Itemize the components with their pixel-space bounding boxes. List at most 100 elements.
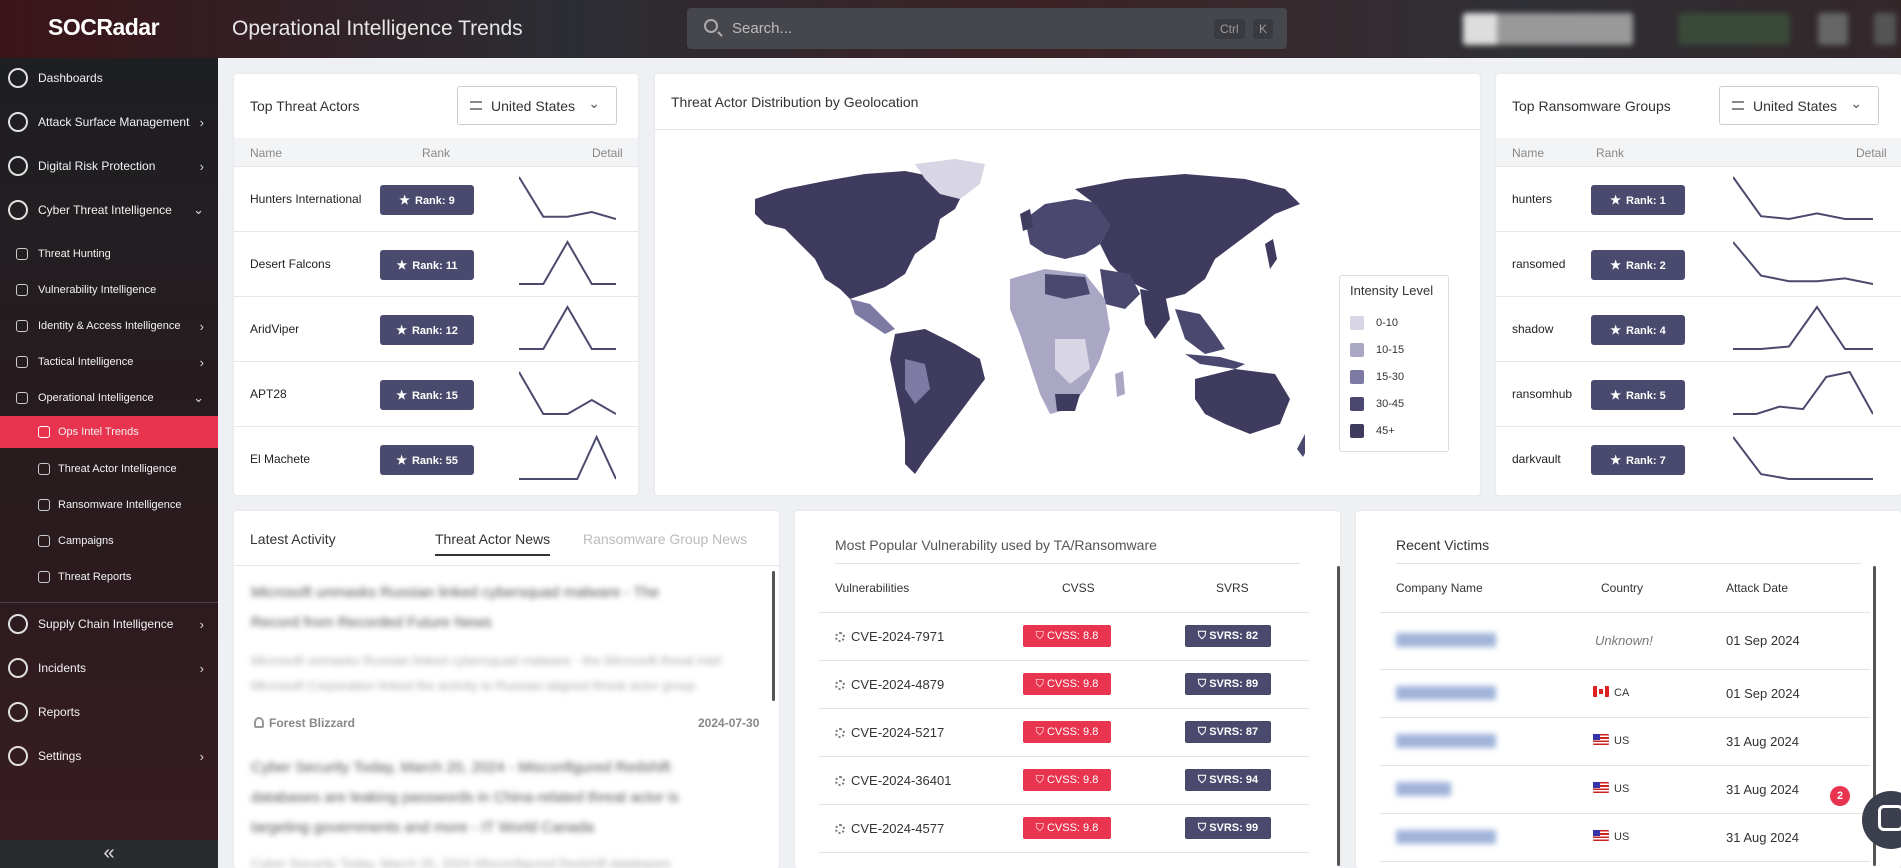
detail-sparkline[interactable] <box>519 240 616 289</box>
table-row[interactable]: AridViper ★ Rank: 12 <box>234 296 638 361</box>
sidebar-item-incidents[interactable]: Incidents › <box>0 648 218 688</box>
news-headline[interactable]: targeting governments and more - IT Worl… <box>251 819 731 836</box>
india[interactable] <box>1140 289 1170 339</box>
table-row[interactable]: CVE-2024-4577 ⛉ CVSS: 9.8 ⛉ SVRS: 99 <box>819 805 1309 853</box>
rank-badge[interactable]: ★ Rank: 9 <box>380 185 474 215</box>
cve-id[interactable]: CVE-2024-7971 <box>835 629 944 644</box>
madagascar[interactable] <box>1115 371 1125 397</box>
sidebar-item-threat-actor-intel[interactable]: Threat Actor Intelligence <box>0 455 218 483</box>
tab-threat-actor-news[interactable]: Threat Actor News <box>435 531 550 547</box>
rank-badge[interactable]: ★ Rank: 11 <box>380 250 474 280</box>
company-name[interactable] <box>1396 782 1451 796</box>
europe[interactable] <box>1025 199 1110 259</box>
sidebar-item-dashboards[interactable]: Dashboards <box>0 58 218 98</box>
company-name[interactable] <box>1396 830 1496 844</box>
sidebar-item-threat-reports[interactable]: Threat Reports <box>0 563 218 591</box>
japan[interactable] <box>1265 239 1277 269</box>
company-name[interactable] <box>1396 734 1496 748</box>
user-account[interactable] <box>1463 13 1633 45</box>
cve-id[interactable]: CVE-2024-5217 <box>835 725 944 740</box>
table-row[interactable]: hunters ★ Rank: 1 <box>1496 166 1901 231</box>
sidebar-item-supply-chain[interactable]: Supply Chain Intelligence › <box>0 604 218 644</box>
detail-sparkline[interactable] <box>1733 305 1873 354</box>
sidebar-item-vuln-intel[interactable]: Vulnerability Intelligence <box>0 276 218 304</box>
table-row[interactable]: US 31 Aug 2024 <box>1380 766 1870 814</box>
table-row[interactable]: CA 01 Sep 2024 <box>1380 670 1870 718</box>
company-name[interactable] <box>1396 686 1496 700</box>
rank-badge[interactable]: ★ Rank: 4 <box>1591 315 1685 345</box>
table-row[interactable]: shadow ★ Rank: 4 <box>1496 296 1901 361</box>
news-headline[interactable]: Microsoft unmasks Russian linked cybersq… <box>251 584 751 601</box>
rank-badge[interactable]: ★ Rank: 2 <box>1591 250 1685 280</box>
detail-sparkline[interactable] <box>518 175 617 224</box>
sidebar-item-identity[interactable]: Identity & Access Intelligence › <box>0 312 218 340</box>
rank-badge[interactable]: ★ Rank: 55 <box>380 445 474 475</box>
detail-sparkline[interactable] <box>518 370 617 419</box>
table-row[interactable]: Unknown! 01 Sep 2024 <box>1380 613 1870 670</box>
table-row[interactable]: CVE-2024-5217 ⛉ CVSS: 9.8 ⛉ SVRS: 87 <box>819 709 1309 757</box>
table-row[interactable]: Desert Falcons ★ Rank: 11 <box>234 231 638 296</box>
sidebar-item-asm[interactable]: Attack Surface Management › <box>0 102 218 142</box>
sidebar-item-ops-intel-trends[interactable]: Ops Intel Trends <box>0 416 218 448</box>
rank-badge[interactable]: ★ Rank: 15 <box>380 380 474 410</box>
cve-id[interactable]: CVE-2024-4577 <box>835 821 944 836</box>
united-kingdom[interactable] <box>1020 209 1033 231</box>
country-filter-dropdown[interactable]: United States ⌄ <box>457 86 617 125</box>
company-name[interactable] <box>1396 633 1496 647</box>
scrollbar[interactable] <box>1337 566 1340 866</box>
rank-badge[interactable]: ★ Rank: 1 <box>1591 185 1685 215</box>
south-africa[interactable] <box>1055 394 1080 411</box>
south-america[interactable] <box>890 329 985 474</box>
table-row[interactable]: US 31 Aug 2024 <box>1380 718 1870 766</box>
notifications-icon[interactable] <box>1818 13 1848 45</box>
rank-badge[interactable]: ★ Rank: 5 <box>1591 380 1685 410</box>
detail-sparkline[interactable] <box>1732 435 1873 484</box>
detail-sparkline[interactable] <box>519 305 616 354</box>
socradar-logo[interactable]: SOCRadar <box>48 14 160 41</box>
search-input[interactable]: Search... Ctrl K <box>687 8 1287 49</box>
rank-badge[interactable]: ★ Rank: 12 <box>380 315 474 345</box>
table-row[interactable]: CVE-2024-7971 ⛉ CVSS: 8.8 ⛉ SVRS: 82 <box>819 613 1309 661</box>
sidebar-item-tactical[interactable]: Tactical Intelligence › <box>0 348 218 376</box>
north-america[interactable] <box>755 171 965 299</box>
australia[interactable] <box>1195 369 1290 434</box>
detail-sparkline[interactable] <box>1732 175 1873 224</box>
table-row[interactable]: Hunters International ★ Rank: 9 <box>234 166 638 231</box>
detail-sparkline[interactable] <box>1733 370 1874 419</box>
table-row[interactable]: APT28 ★ Rank: 15 <box>234 361 638 426</box>
news-headline[interactable]: Record from Recorded Future News <box>251 614 551 631</box>
southeast-asia[interactable] <box>1175 309 1225 354</box>
scrollbar[interactable] <box>772 571 775 701</box>
sidebar-item-cti[interactable]: Cyber Threat Intelligence ⌄ <box>0 190 218 230</box>
table-row[interactable]: US 31 Aug 2024 <box>1380 814 1870 862</box>
detail-sparkline[interactable] <box>519 434 617 484</box>
sidebar-item-operational[interactable]: Operational Intelligence ⌄ <box>0 384 218 412</box>
sidebar-item-reports[interactable]: Reports <box>0 692 218 732</box>
table-row[interactable]: El Machete ★ Rank: 55 <box>234 426 638 491</box>
rank-badge[interactable]: ★ Rank: 7 <box>1591 445 1685 475</box>
cve-id[interactable]: CVE-2024-36401 <box>835 773 951 788</box>
sidebar-item-settings[interactable]: Settings › <box>0 736 218 776</box>
sidebar-item-ransomware-intel[interactable]: Ransomware Intelligence <box>0 491 218 519</box>
table-row[interactable]: darkvault ★ Rank: 7 <box>1496 426 1901 491</box>
sidebar-item-drp[interactable]: Digital Risk Protection › <box>0 146 218 186</box>
new-zealand[interactable] <box>1297 434 1305 457</box>
table-row[interactable]: CVE-2024-36401 ⛉ CVSS: 9.8 ⛉ SVRS: 94 <box>819 757 1309 805</box>
sidebar-item-threat-hunting[interactable]: Threat Hunting <box>0 240 218 268</box>
table-row[interactable]: CVE-2024-4879 ⛉ CVSS: 9.8 ⛉ SVRS: 89 <box>819 661 1309 709</box>
apps-icon[interactable] <box>1874 13 1896 45</box>
news-headline[interactable]: databases are leaking passwords in China… <box>251 789 751 806</box>
status-indicator[interactable] <box>1678 13 1790 45</box>
tab-ransomware-group-news[interactable]: Ransomware Group News <box>583 531 747 547</box>
central-america[interactable] <box>850 299 895 334</box>
world-map[interactable] <box>745 159 1305 479</box>
country-filter-dropdown[interactable]: United States ⌄ <box>1719 86 1879 125</box>
cve-id[interactable]: CVE-2024-4879 <box>835 677 944 692</box>
collapse-sidebar-button[interactable]: « <box>0 840 218 868</box>
table-row[interactable]: ransomed ★ Rank: 2 <box>1496 231 1901 296</box>
sidebar-item-campaigns[interactable]: Campaigns <box>0 527 218 555</box>
table-row[interactable]: ransomhub ★ Rank: 5 <box>1496 361 1901 426</box>
detail-sparkline[interactable] <box>1732 240 1874 289</box>
news-headline[interactable]: Cyber Security Today, March 20, 2024 - M… <box>251 759 751 776</box>
north-africa[interactable] <box>1045 274 1090 299</box>
